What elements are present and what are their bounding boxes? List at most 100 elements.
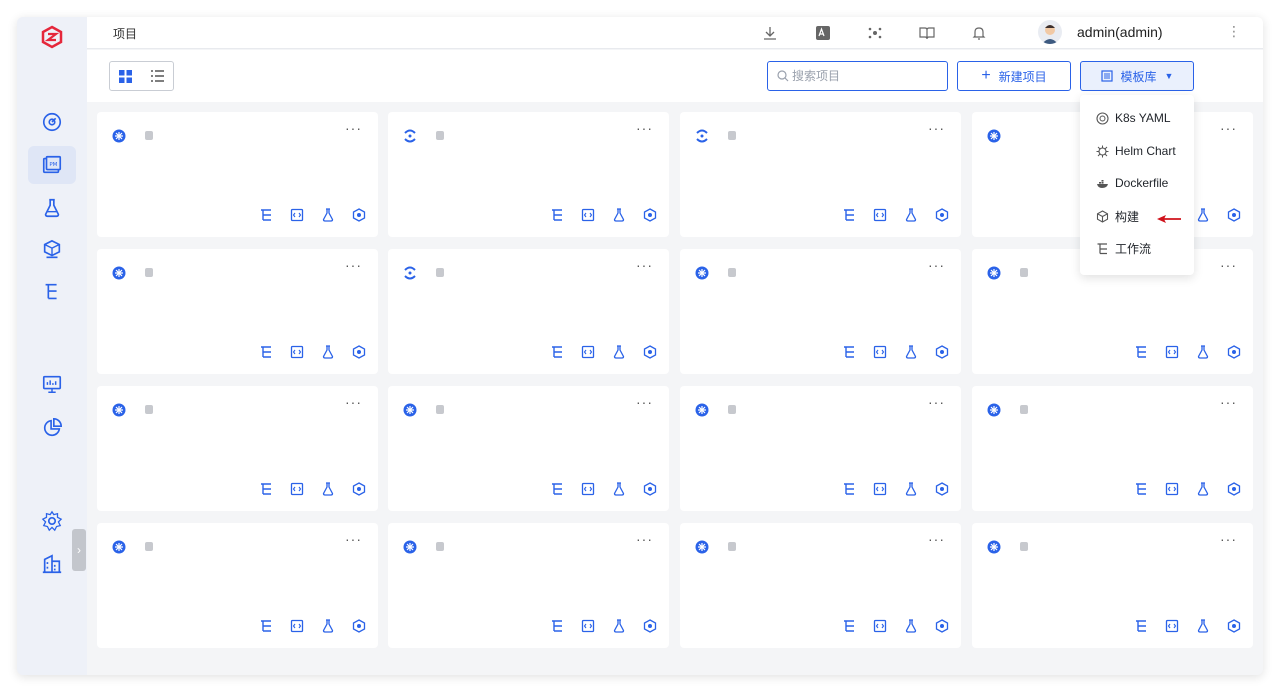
build-cube-icon[interactable] xyxy=(351,618,366,633)
service-code-icon[interactable] xyxy=(580,207,595,222)
more-icon[interactable]: ··· xyxy=(345,531,362,547)
project-card[interactable]: ··· xyxy=(680,112,961,237)
workflow-icon[interactable] xyxy=(1133,618,1148,633)
flask-icon[interactable] xyxy=(903,481,918,496)
build-cube-icon[interactable] xyxy=(934,207,949,222)
more-icon[interactable]: ··· xyxy=(636,394,653,410)
more-icon[interactable]: ··· xyxy=(928,531,945,547)
menu-item-build[interactable]: 构建 xyxy=(1096,206,1139,226)
username[interactable]: admin(admin) xyxy=(1077,24,1163,40)
flask-icon[interactable] xyxy=(320,207,335,222)
sidebar-item-testing[interactable] xyxy=(28,189,76,227)
workflow-icon[interactable] xyxy=(841,207,856,222)
sidebar-item-workflow[interactable] xyxy=(28,273,76,311)
more-icon[interactable]: ··· xyxy=(636,257,653,273)
sidebar-item-projects[interactable]: PM xyxy=(28,146,76,184)
sidebar-item-monitoring[interactable] xyxy=(28,365,76,403)
flask-icon[interactable] xyxy=(611,207,626,222)
more-icon[interactable]: ··· xyxy=(1220,120,1237,136)
workflow-icon[interactable] xyxy=(1133,481,1148,496)
flask-icon[interactable] xyxy=(611,618,626,633)
new-project-button[interactable]: + 新建项目 xyxy=(957,61,1071,91)
plugin-network-icon[interactable] xyxy=(865,23,885,43)
flask-icon[interactable] xyxy=(1195,481,1210,496)
more-icon[interactable]: ··· xyxy=(345,120,362,136)
service-code-icon[interactable] xyxy=(580,618,595,633)
build-cube-icon[interactable] xyxy=(1226,618,1241,633)
build-cube-icon[interactable] xyxy=(1226,344,1241,359)
project-card[interactable]: ··· xyxy=(972,523,1253,648)
workflow-icon[interactable] xyxy=(258,344,273,359)
build-cube-icon[interactable] xyxy=(934,344,949,359)
service-code-icon[interactable] xyxy=(580,481,595,496)
project-card[interactable]: ··· xyxy=(388,523,669,648)
service-code-icon[interactable] xyxy=(289,344,304,359)
workflow-icon[interactable] xyxy=(841,618,856,633)
build-cube-icon[interactable] xyxy=(1226,481,1241,496)
workflow-icon[interactable] xyxy=(1133,344,1148,359)
flask-icon[interactable] xyxy=(1195,344,1210,359)
build-cube-icon[interactable] xyxy=(642,207,657,222)
sidebar-item-overview[interactable] xyxy=(28,103,76,141)
flask-icon[interactable] xyxy=(320,344,335,359)
flask-icon[interactable] xyxy=(903,344,918,359)
more-icon[interactable]: ··· xyxy=(1220,257,1237,273)
service-code-icon[interactable] xyxy=(872,481,887,496)
project-card[interactable]: ··· xyxy=(97,112,378,237)
search-input[interactable]: 搜索项目 xyxy=(767,61,948,91)
service-code-icon[interactable] xyxy=(289,618,304,633)
project-card[interactable]: ··· xyxy=(97,523,378,648)
more-icon[interactable]: ··· xyxy=(1220,394,1237,410)
menu-item-k8s-yaml[interactable]: K8s YAML xyxy=(1096,108,1171,128)
project-card[interactable]: ··· xyxy=(972,386,1253,511)
more-icon[interactable]: ··· xyxy=(1220,531,1237,547)
build-cube-icon[interactable] xyxy=(351,481,366,496)
more-icon[interactable]: ··· xyxy=(636,120,653,136)
workflow-icon[interactable] xyxy=(549,618,564,633)
docs-book-icon[interactable] xyxy=(917,23,937,43)
service-code-icon[interactable] xyxy=(1164,481,1179,496)
build-cube-icon[interactable] xyxy=(351,344,366,359)
workflow-icon[interactable] xyxy=(841,344,856,359)
build-cube-icon[interactable] xyxy=(642,344,657,359)
more-icon[interactable]: ··· xyxy=(928,394,945,410)
build-cube-icon[interactable] xyxy=(642,618,657,633)
flask-icon[interactable] xyxy=(320,481,335,496)
sidebar-item-enterprise[interactable] xyxy=(28,545,76,583)
flask-icon[interactable] xyxy=(320,618,335,633)
flask-icon[interactable] xyxy=(611,481,626,496)
list-view-button[interactable] xyxy=(142,62,174,90)
more-vertical-icon[interactable]: ⋮ xyxy=(1227,23,1241,40)
more-icon[interactable]: ··· xyxy=(636,531,653,547)
service-code-icon[interactable] xyxy=(580,344,595,359)
more-icon[interactable]: ··· xyxy=(928,257,945,273)
flask-icon[interactable] xyxy=(1195,618,1210,633)
breadcrumb[interactable]: 项目 xyxy=(113,25,137,42)
workflow-icon[interactable] xyxy=(258,618,273,633)
menu-item-dockerfile[interactable]: Dockerfile xyxy=(1096,173,1168,193)
build-cube-icon[interactable] xyxy=(934,481,949,496)
project-card[interactable]: ··· xyxy=(388,249,669,374)
service-code-icon[interactable] xyxy=(872,618,887,633)
build-cube-icon[interactable] xyxy=(642,481,657,496)
project-card[interactable]: ··· xyxy=(680,386,961,511)
flask-icon[interactable] xyxy=(903,618,918,633)
more-icon[interactable]: ··· xyxy=(345,257,362,273)
flask-icon[interactable] xyxy=(1195,207,1210,222)
build-cube-icon[interactable] xyxy=(1226,207,1241,222)
logo-icon[interactable] xyxy=(40,25,64,49)
workflow-icon[interactable] xyxy=(549,207,564,222)
project-card[interactable]: ··· xyxy=(97,386,378,511)
download-icon[interactable] xyxy=(760,23,780,43)
workflow-icon[interactable] xyxy=(841,481,856,496)
build-cube-icon[interactable] xyxy=(351,207,366,222)
sidebar-item-statistics[interactable] xyxy=(28,409,76,447)
workflow-icon[interactable] xyxy=(549,481,564,496)
project-card[interactable]: ··· xyxy=(680,523,961,648)
grid-view-button[interactable] xyxy=(110,62,142,90)
template-library-button[interactable]: 模板库 ▼ xyxy=(1080,61,1194,91)
service-code-icon[interactable] xyxy=(872,207,887,222)
menu-item-workflow[interactable]: 工作流 xyxy=(1096,238,1151,258)
project-card[interactable]: ··· xyxy=(97,249,378,374)
bell-icon[interactable] xyxy=(969,23,989,43)
